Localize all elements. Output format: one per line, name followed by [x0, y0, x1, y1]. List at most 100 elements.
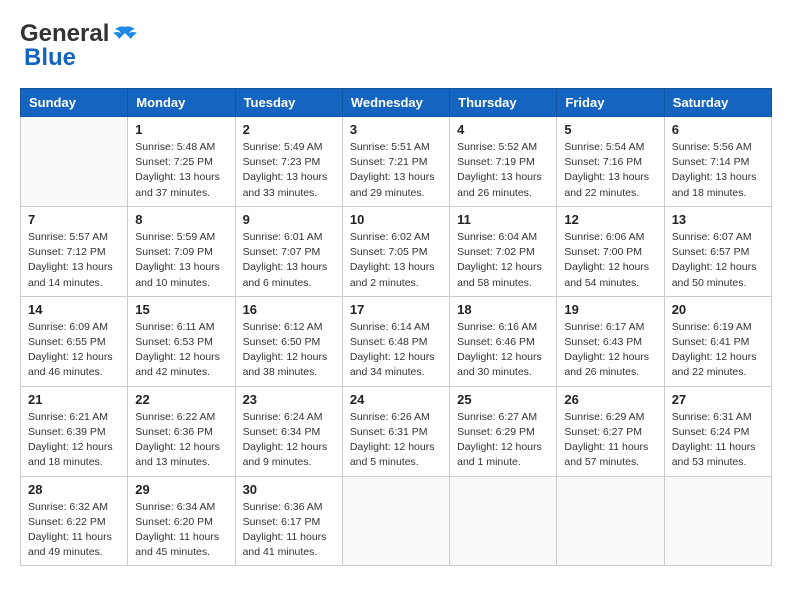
day-info: Sunrise: 6:19 AM Sunset: 6:41 PM Dayligh… [672, 320, 764, 381]
calendar-week-4: 21Sunrise: 6:21 AM Sunset: 6:39 PM Dayli… [21, 386, 772, 476]
day-number: 5 [564, 122, 656, 137]
calendar-day-cell: 30Sunrise: 6:36 AM Sunset: 6:17 PM Dayli… [235, 476, 342, 566]
calendar-day-cell: 3 Sunrise: 5:51 AM Sunset: 7:21 PM Daylig… [342, 117, 449, 207]
weekday-header-wednesday: Wednesday [342, 89, 449, 117]
day-number: 14 [28, 302, 120, 317]
calendar-day-cell: 1 Sunrise: 5:48 AM Sunset: 7:25 PM Daylig… [128, 117, 235, 207]
day-number: 22 [135, 392, 227, 407]
calendar-day-cell [342, 476, 449, 566]
day-number: 8 [135, 212, 227, 227]
day-number: 28 [28, 482, 120, 497]
day-number: 7 [28, 212, 120, 227]
day-number: 17 [350, 302, 442, 317]
day-info: Sunrise: 5:54 AM Sunset: 7:16 PM Dayligh… [564, 140, 656, 201]
day-info: Sunrise: 6:32 AM Sunset: 6:22 PM Dayligh… [28, 500, 120, 561]
calendar-day-cell: 29 Sunrise: 6:34 AM Sunset: 6:20 PM Dayli… [128, 476, 235, 566]
logo-bird-icon [111, 25, 139, 43]
day-number: 25 [457, 392, 549, 407]
calendar-day-cell: 9 Sunrise: 6:01 AM Sunset: 7:07 PM Daylig… [235, 206, 342, 296]
calendar-day-cell: 7 Sunrise: 5:57 AM Sunset: 7:12 PM Daylig… [21, 206, 128, 296]
day-info: Sunrise: 6:01 AM Sunset: 7:07 PM Dayligh… [243, 230, 335, 291]
day-info: Sunrise: 6:06 AM Sunset: 7:00 PM Dayligh… [564, 230, 656, 291]
day-info: Sunrise: 5:52 AM Sunset: 7:19 PM Dayligh… [457, 140, 549, 201]
day-info: Sunrise: 5:48 AM Sunset: 7:25 PM Dayligh… [135, 140, 227, 201]
day-number: 12 [564, 212, 656, 227]
calendar-day-cell: 12 Sunrise: 6:06 AM Sunset: 7:00 PM Dayli… [557, 206, 664, 296]
day-info: Sunrise: 6:09 AM Sunset: 6:55 PM Dayligh… [28, 320, 120, 381]
day-info: Sunrise: 6:27 AM Sunset: 6:29 PM Dayligh… [457, 410, 549, 471]
day-info: Sunrise: 6:16 AM Sunset: 6:46 PM Dayligh… [457, 320, 549, 381]
day-number: 27 [672, 392, 764, 407]
day-number: 6 [672, 122, 764, 137]
calendar-day-cell: 26 Sunrise: 6:29 AM Sunset: 6:27 PM Dayli… [557, 386, 664, 476]
day-number: 9 [243, 212, 335, 227]
calendar-day-cell: 16 Sunrise: 6:12 AM Sunset: 6:50 PM Dayli… [235, 296, 342, 386]
calendar-day-cell: 18 Sunrise: 6:16 AM Sunset: 6:46 PM Dayli… [450, 296, 557, 386]
day-info: Sunrise: 6:07 AM Sunset: 6:57 PM Dayligh… [672, 230, 764, 291]
day-info: Sunrise: 6:29 AM Sunset: 6:27 PM Dayligh… [564, 410, 656, 471]
calendar-day-cell: 21Sunrise: 6:21 AM Sunset: 6:39 PM Dayli… [21, 386, 128, 476]
calendar-week-1: 1 Sunrise: 5:48 AM Sunset: 7:25 PM Daylig… [21, 117, 772, 207]
calendar-day-cell: 25 Sunrise: 6:27 AM Sunset: 6:29 PM Dayli… [450, 386, 557, 476]
day-info: Sunrise: 5:57 AM Sunset: 7:12 PM Dayligh… [28, 230, 120, 291]
day-number: 23 [243, 392, 335, 407]
day-number: 26 [564, 392, 656, 407]
calendar-day-cell [557, 476, 664, 566]
day-info: Sunrise: 6:22 AM Sunset: 6:36 PM Dayligh… [135, 410, 227, 471]
page-header: General Blue [20, 20, 772, 72]
calendar-day-cell: 2Sunrise: 5:49 AM Sunset: 7:23 PM Daylig… [235, 117, 342, 207]
day-number: 18 [457, 302, 549, 317]
calendar-header-row: SundayMondayTuesdayWednesdayThursdayFrid… [21, 89, 772, 117]
day-info: Sunrise: 6:36 AM Sunset: 6:17 PM Dayligh… [243, 500, 335, 561]
day-info: Sunrise: 6:31 AM Sunset: 6:24 PM Dayligh… [672, 410, 764, 471]
day-number: 1 [135, 122, 227, 137]
weekday-header-saturday: Saturday [664, 89, 771, 117]
calendar-day-cell [450, 476, 557, 566]
day-number: 13 [672, 212, 764, 227]
weekday-header-thursday: Thursday [450, 89, 557, 117]
day-info: Sunrise: 6:12 AM Sunset: 6:50 PM Dayligh… [243, 320, 335, 381]
calendar-day-cell [664, 476, 771, 566]
day-number: 24 [350, 392, 442, 407]
calendar-day-cell: 28 Sunrise: 6:32 AM Sunset: 6:22 PM Dayli… [21, 476, 128, 566]
logo: General Blue [20, 20, 139, 72]
day-info: Sunrise: 6:14 AM Sunset: 6:48 PM Dayligh… [350, 320, 442, 381]
calendar-day-cell: 11 Sunrise: 6:04 AM Sunset: 7:02 PM Dayli… [450, 206, 557, 296]
calendar-week-3: 14 Sunrise: 6:09 AM Sunset: 6:55 PM Dayli… [21, 296, 772, 386]
calendar-day-cell: 24 Sunrise: 6:26 AM Sunset: 6:31 PM Dayli… [342, 386, 449, 476]
day-info: Sunrise: 6:24 AM Sunset: 6:34 PM Dayligh… [243, 410, 335, 471]
weekday-header-friday: Friday [557, 89, 664, 117]
weekday-header-sunday: Sunday [21, 89, 128, 117]
day-info: Sunrise: 6:34 AM Sunset: 6:20 PM Dayligh… [135, 500, 227, 561]
day-info: Sunrise: 5:56 AM Sunset: 7:14 PM Dayligh… [672, 140, 764, 201]
calendar-day-cell: 13 Sunrise: 6:07 AM Sunset: 6:57 PM Dayli… [664, 206, 771, 296]
calendar-day-cell: 8 Sunrise: 5:59 AM Sunset: 7:09 PM Daylig… [128, 206, 235, 296]
weekday-header-tuesday: Tuesday [235, 89, 342, 117]
day-info: Sunrise: 6:21 AM Sunset: 6:39 PM Dayligh… [28, 410, 120, 471]
day-number: 29 [135, 482, 227, 497]
calendar-day-cell: 27 Sunrise: 6:31 AM Sunset: 6:24 PM Dayli… [664, 386, 771, 476]
day-info: Sunrise: 5:59 AM Sunset: 7:09 PM Dayligh… [135, 230, 227, 291]
day-number: 15 [135, 302, 227, 317]
logo-blue: Blue [24, 44, 76, 72]
calendar-day-cell: 19Sunrise: 6:17 AM Sunset: 6:43 PM Dayli… [557, 296, 664, 386]
weekday-header-monday: Monday [128, 89, 235, 117]
calendar-day-cell: 15Sunrise: 6:11 AM Sunset: 6:53 PM Dayli… [128, 296, 235, 386]
day-info: Sunrise: 6:04 AM Sunset: 7:02 PM Dayligh… [457, 230, 549, 291]
calendar-day-cell [21, 117, 128, 207]
day-number: 10 [350, 212, 442, 227]
calendar-week-5: 28 Sunrise: 6:32 AM Sunset: 6:22 PM Dayli… [21, 476, 772, 566]
day-info: Sunrise: 5:49 AM Sunset: 7:23 PM Dayligh… [243, 140, 335, 201]
day-number: 19 [564, 302, 656, 317]
day-number: 3 [350, 122, 442, 137]
calendar-week-2: 7 Sunrise: 5:57 AM Sunset: 7:12 PM Daylig… [21, 206, 772, 296]
calendar-day-cell: 20Sunrise: 6:19 AM Sunset: 6:41 PM Dayli… [664, 296, 771, 386]
day-number: 11 [457, 212, 549, 227]
day-info: Sunrise: 6:26 AM Sunset: 6:31 PM Dayligh… [350, 410, 442, 471]
calendar-table: SundayMondayTuesdayWednesdayThursdayFrid… [20, 88, 772, 566]
calendar-day-cell: 17 Sunrise: 6:14 AM Sunset: 6:48 PM Dayli… [342, 296, 449, 386]
day-number: 16 [243, 302, 335, 317]
calendar-day-cell: 10Sunrise: 6:02 AM Sunset: 7:05 PM Dayli… [342, 206, 449, 296]
calendar-day-cell: 6 Sunrise: 5:56 AM Sunset: 7:14 PM Daylig… [664, 117, 771, 207]
day-info: Sunrise: 5:51 AM Sunset: 7:21 PM Dayligh… [350, 140, 442, 201]
